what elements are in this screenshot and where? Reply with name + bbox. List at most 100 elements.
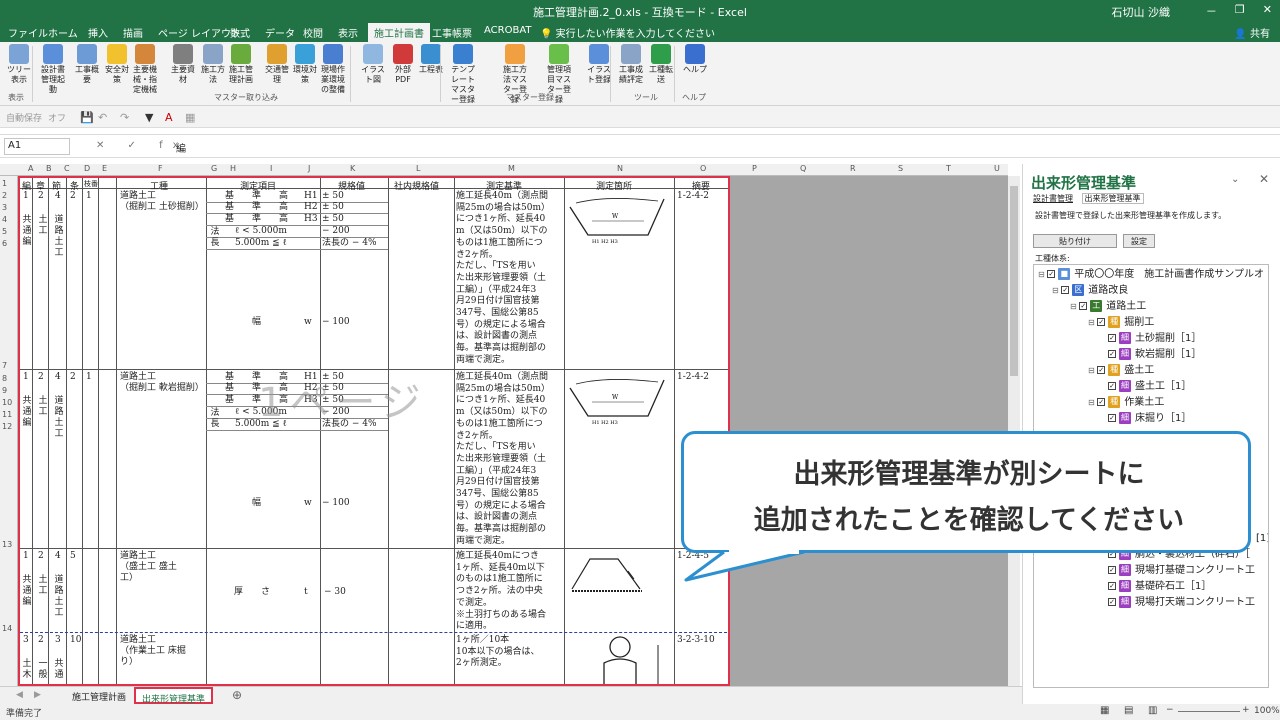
tab-data[interactable]: データ (265, 25, 295, 40)
name-box[interactable]: A1 (4, 138, 70, 155)
tree-node[interactable]: ✓ 細軟岩掘削［1］ (1108, 347, 1201, 363)
sheet-next-icon[interactable]: ▶ (28, 687, 47, 704)
ribbon-button-14[interactable]: テンプレートマスター登録 (448, 44, 478, 105)
column-header[interactable]: P (752, 164, 757, 173)
tab-sekou-keikakusho[interactable]: 施工計画書 (368, 23, 430, 42)
tree-node[interactable]: ✓ 細基礎砕石工［1］ (1108, 579, 1211, 595)
ribbon-button-6[interactable]: 施工方法 (198, 44, 228, 85)
row-header[interactable]: 8 (2, 374, 7, 383)
column-header[interactable]: C (64, 164, 70, 173)
tree-checkbox[interactable]: ✓ (1108, 414, 1116, 422)
column-header[interactable]: Q (800, 164, 806, 173)
column-header[interactable]: H (230, 164, 236, 173)
tree-expand-icon[interactable]: ⊟ (1088, 366, 1097, 375)
row-header[interactable]: 4 (2, 215, 7, 224)
tree-checkbox[interactable]: ✓ (1108, 350, 1116, 358)
tree-checkbox[interactable]: ✓ (1108, 382, 1116, 390)
tree-node[interactable]: ✓ 細床掘り［1］ (1108, 411, 1191, 427)
formula-content[interactable]: 編 (176, 140, 186, 155)
row-header[interactable]: 3 (2, 203, 7, 212)
ribbon-button-10[interactable]: 現場作業環境の整備 (318, 44, 348, 95)
tree-node[interactable]: ⊟ ✓ 種作業土工 (1088, 395, 1164, 411)
tree-checkbox[interactable]: ✓ (1047, 270, 1056, 278)
tree-checkbox[interactable]: ✓ (1061, 286, 1070, 294)
ribbon-button-11[interactable]: イラスト図 (358, 44, 388, 85)
normal-view-icon[interactable]: ▦ (1100, 705, 1109, 716)
tree-checkbox[interactable]: ✓ (1079, 302, 1088, 310)
tree-expand-icon[interactable]: ⊟ (1070, 302, 1079, 311)
ribbon-button-13[interactable]: 工程表 (416, 44, 446, 75)
sheet-prev-icon[interactable]: ◀ (10, 687, 29, 704)
column-header[interactable]: U (994, 164, 1000, 173)
ribbon-button-4[interactable]: 主要機械・指定機械 (130, 44, 160, 95)
column-header[interactable]: N (617, 164, 623, 173)
tree-expand-icon[interactable]: ⊟ (1088, 398, 1097, 407)
ribbon-button-3[interactable]: 安全対策 (102, 44, 132, 85)
tab-home[interactable]: ホーム (48, 25, 78, 40)
tree-expand-icon[interactable]: ⊟ (1088, 318, 1097, 327)
tab-page-layout[interactable]: ページ レイアウト (158, 25, 241, 40)
font-color-icon[interactable]: A (165, 111, 173, 124)
ribbon-button-7[interactable]: 施工管理計画 (226, 44, 256, 85)
tab-kouji-chouhyou[interactable]: 工事帳票 (432, 25, 472, 40)
column-header[interactable]: E (102, 164, 107, 173)
redo-icon[interactable]: ↷ (120, 111, 129, 124)
save-icon[interactable]: 💾 (80, 111, 94, 124)
zoom-in-icon[interactable]: + (1242, 705, 1250, 715)
tell-me-input[interactable]: 💡 実行したい作業を入力してください (540, 25, 715, 40)
column-header[interactable]: S (898, 164, 903, 173)
page-layout-icon[interactable]: ▤ (1124, 705, 1133, 716)
tree-node[interactable]: ⊟ ✓ ■ 平成〇〇年度 施工計画書作成サンプルオ (1038, 267, 1264, 283)
pane-tab-dekigata[interactable]: 出来形管理基準 (1081, 193, 1144, 204)
zoom-level[interactable]: 100% (1254, 706, 1280, 716)
autosave-toggle[interactable]: オフ (48, 111, 66, 124)
sheet-tab-dekigata[interactable]: 出来形管理基準 (134, 687, 214, 705)
column-header[interactable]: F (158, 164, 163, 173)
column-header[interactable]: B (46, 164, 52, 173)
column-header[interactable]: K (350, 164, 355, 173)
formula-buttons[interactable]: ✕ ✓ fx (96, 140, 189, 151)
tree-expand-icon[interactable]: ⊟ (1038, 270, 1047, 279)
row-header[interactable]: 7 (2, 361, 7, 370)
ribbon-button-2[interactable]: 工事概要 (72, 44, 102, 85)
tree-checkbox[interactable]: ✓ (1097, 318, 1106, 326)
add-sheet-icon[interactable]: ⊕ (226, 687, 248, 704)
column-header[interactable]: J (308, 164, 310, 173)
paste-button[interactable]: 貼り付け (1033, 234, 1117, 248)
tree-node[interactable]: ⊟ ✓ 区道路改良 (1052, 283, 1128, 299)
tab-draw[interactable]: 描画 (123, 25, 143, 40)
tree-checkbox[interactable]: ✓ (1108, 582, 1116, 590)
row-header[interactable]: 12 (2, 422, 12, 431)
tree-node[interactable]: ⊟ ✓ 工道路土工 (1070, 299, 1146, 315)
ribbon-button-12[interactable]: 外部PDF (388, 44, 418, 85)
tree-checkbox[interactable]: ✓ (1108, 598, 1116, 606)
settings-button[interactable]: 設定 (1123, 234, 1155, 248)
tab-view[interactable]: 表示 (338, 25, 358, 40)
close-icon[interactable]: ✕ (1263, 3, 1272, 19)
ribbon-button-1[interactable]: 設計書管理起動 (38, 44, 68, 95)
tab-review[interactable]: 校閲 (303, 25, 323, 40)
tab-acrobat[interactable]: ACROBAT (484, 25, 532, 36)
row-header[interactable]: 1 (2, 179, 7, 188)
tree-node[interactable]: ✓ 細土砂掘削［1］ (1108, 331, 1201, 347)
ribbon-button-5[interactable]: 主要資材 (168, 44, 198, 85)
row-header[interactable]: 10 (2, 398, 12, 407)
column-header[interactable]: L (416, 164, 420, 173)
tree-node[interactable]: ✓ 細現場打基礎コンクリート工 (1108, 563, 1255, 579)
scroll-thumb[interactable] (1010, 186, 1018, 376)
ribbon-button-8[interactable]: 交通管理 (262, 44, 292, 85)
column-header[interactable]: M (508, 164, 515, 173)
tab-file[interactable]: ファイル (8, 25, 48, 40)
column-header[interactable]: O (700, 164, 706, 173)
autosave-label[interactable]: 自動保存 (6, 111, 42, 124)
tree-checkbox[interactable]: ✓ (1108, 334, 1116, 342)
tree-node[interactable]: ✓ 細現場打天端コンクリート工 (1108, 595, 1255, 611)
column-header[interactable]: G (211, 164, 217, 173)
column-header[interactable]: D (84, 164, 90, 173)
row-header[interactable]: 2 (2, 191, 7, 200)
row-header[interactable]: 11 (2, 410, 12, 419)
column-header[interactable]: R (850, 164, 856, 173)
ribbon-button-18[interactable]: 工事成績評定 (616, 44, 646, 85)
column-header[interactable]: I (270, 164, 272, 173)
zoom-out-icon[interactable]: − (1166, 705, 1174, 715)
